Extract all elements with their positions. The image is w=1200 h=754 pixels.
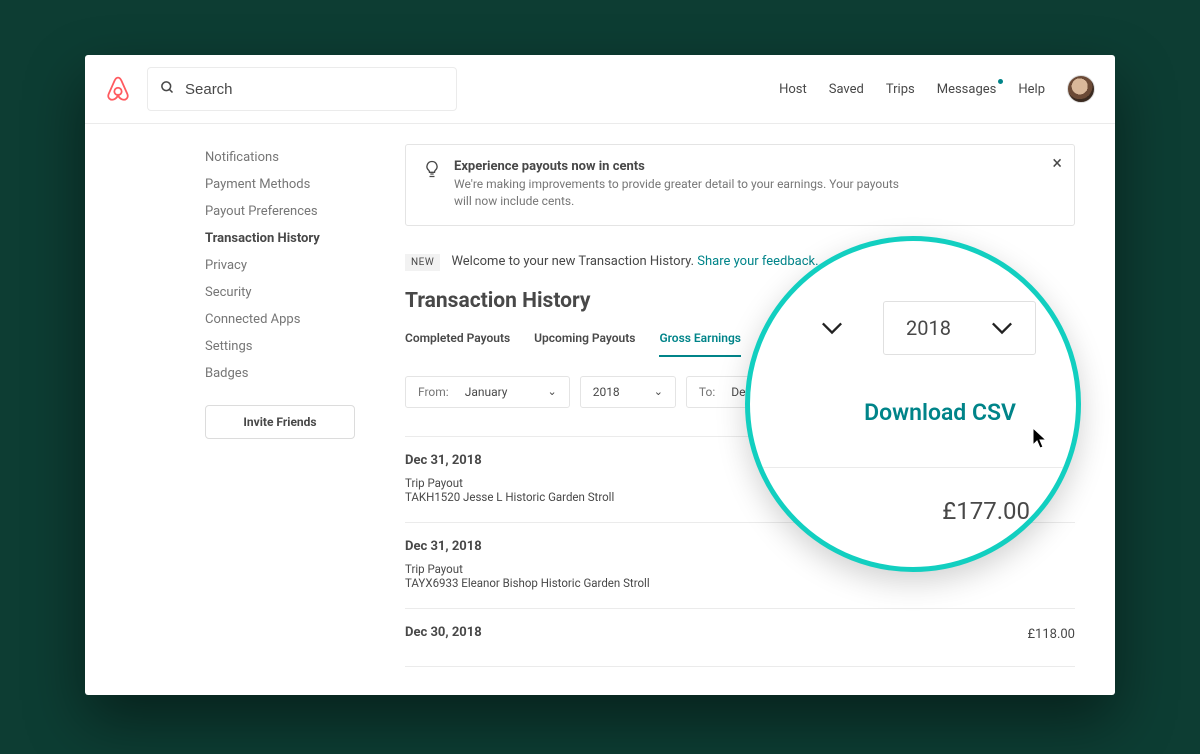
tab-upcoming-payouts[interactable]: Upcoming Payouts [534,331,635,357]
sidebar-item-notifications[interactable]: Notifications [205,144,375,171]
chevron-down-icon [991,316,1013,340]
transaction-desc: TAYX6933 Eleanor Bishop Historic Garden … [405,576,650,590]
nav-trips[interactable]: Trips [886,82,915,97]
sidebar-item-badges[interactable]: Badges [205,360,375,387]
transaction-date: Dec 31, 2018 [405,453,614,468]
transaction-desc: TAKH1520 Jesse L Historic Garden Stroll [405,490,614,504]
sidebar-item-security[interactable]: Security [205,279,375,306]
sidebar-item-settings[interactable]: Settings [205,333,375,360]
sidebar-item-payment-methods[interactable]: Payment Methods [205,171,375,198]
search-input[interactable] [185,81,444,98]
nav-help[interactable]: Help [1018,82,1045,97]
transaction-amount: £118.00 [1027,627,1075,642]
divider [750,467,1076,468]
sidebar-item-payout-preferences[interactable]: Payout Preferences [205,198,375,225]
nav-messages[interactable]: Messages [937,82,997,97]
tab-gross-earnings[interactable]: Gross Earnings [659,331,741,357]
chevron-down-icon: ⌄ [547,385,556,398]
banner-title: Experience payouts now in cents [454,159,914,174]
zoom-year-select[interactable]: 2018 [883,301,1036,355]
from-year-select[interactable]: 2018 ⌄ [580,376,676,408]
zoom-year-value: 2018 [906,316,951,340]
notification-dot-icon [998,79,1003,84]
nav-host[interactable]: Host [779,82,807,97]
banner-text: We're making improvements to provide gre… [454,176,914,211]
new-badge: NEW [405,254,440,271]
brand-logo-icon[interactable] [105,75,131,103]
sidebar-item-privacy[interactable]: Privacy [205,252,375,279]
lightbulb-icon [422,159,442,179]
cursor-icon [1032,427,1050,453]
from-month-select[interactable]: From: January ⌄ [405,376,570,408]
magnifier-overlay: 2018 Download CSV £177.00 [745,236,1081,572]
transaction-date: Dec 30, 2018 [405,625,482,640]
search-icon [160,80,175,99]
sidebar-item-connected-apps[interactable]: Connected Apps [205,306,375,333]
info-banner: Experience payouts now in cents We're ma… [405,144,1075,226]
sidebar-item-transaction-history[interactable]: Transaction History [205,225,375,252]
chevron-down-icon: ⌄ [654,385,663,398]
avatar[interactable] [1067,75,1095,103]
search-box[interactable] [147,67,457,111]
transaction-row: Dec 30, 2018 £118.00 [405,609,1075,667]
close-icon[interactable]: × [1048,151,1066,177]
invite-friends-button[interactable]: Invite Friends [205,405,355,439]
sidebar: Notifications Payment Methods Payout Pre… [205,144,375,667]
transaction-date: Dec 31, 2018 [405,539,650,554]
top-nav: Host Saved Trips Messages Help [779,75,1095,103]
tab-completed-payouts[interactable]: Completed Payouts [405,331,510,357]
nav-saved[interactable]: Saved [829,82,864,97]
download-csv-link[interactable]: Download CSV [780,399,1016,426]
chevron-down-icon [821,316,843,340]
zoom-prev-chevron[interactable] [803,301,861,355]
zoom-amount: £177.00 [942,497,1030,525]
transaction-type: Trip Payout [405,562,650,576]
welcome-text: Welcome to your new Transaction History. [451,254,694,269]
top-bar: Host Saved Trips Messages Help [85,55,1115,124]
transaction-type: Trip Payout [405,476,614,490]
